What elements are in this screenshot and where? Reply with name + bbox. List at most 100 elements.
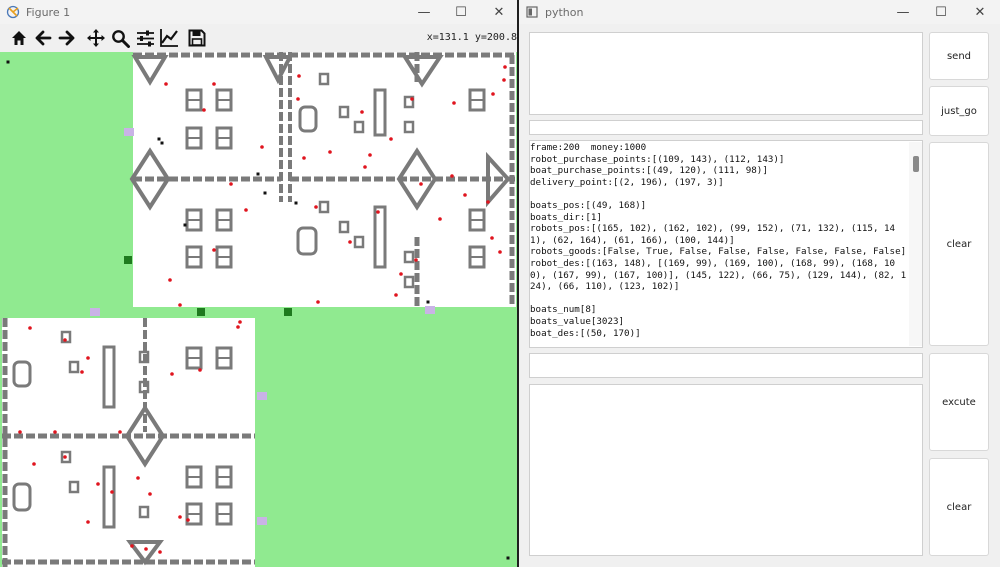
robot-marker (183, 223, 187, 227)
goods-marker (158, 550, 162, 554)
goods-marker (96, 482, 100, 486)
log-line: robot_des:[(163, 148), [(169, 99), (169,… (530, 257, 907, 293)
goods-marker (452, 101, 456, 105)
goods-marker (399, 272, 403, 276)
secondary-input[interactable] (529, 353, 923, 378)
goods-marker (348, 240, 352, 244)
just-go-button[interactable]: just_go (929, 86, 989, 136)
home-icon[interactable] (8, 27, 30, 49)
back-icon[interactable] (32, 27, 54, 49)
goods-marker (302, 156, 306, 160)
goods-marker (463, 193, 467, 197)
robot-marker (160, 141, 164, 145)
close-button[interactable]: ✕ (480, 0, 517, 24)
purchase-point-marker (124, 256, 132, 264)
cursor-coordinates: x=131.1 y=200.8 (426, 32, 517, 43)
goods-marker (212, 248, 216, 252)
goods-marker (144, 547, 148, 551)
goods-marker (170, 372, 174, 376)
goods-marker (198, 368, 202, 372)
log-line: robot_purchase_points:[(109, 143), (112,… (530, 153, 785, 165)
goods-marker (419, 182, 423, 186)
python-title: python (545, 5, 584, 19)
maximize-button[interactable]: ☐ (442, 0, 480, 24)
goods-marker (438, 217, 442, 221)
command-input-area[interactable] (529, 32, 923, 115)
log-line: boat_purchase_points:[(49, 120), (111, 9… (530, 165, 768, 177)
robot-marker (157, 137, 161, 141)
log-line: robots_pos:[(165, 102), (162, 102), (99,… (530, 223, 896, 246)
delivery-point-marker (257, 392, 267, 400)
goods-marker (186, 518, 190, 522)
goods-marker (164, 82, 168, 86)
goods-marker (118, 430, 122, 434)
excute-button[interactable]: excute (929, 353, 989, 451)
maximize-button[interactable]: ☐ (922, 0, 960, 24)
configure-subplots-icon[interactable] (134, 27, 156, 49)
robot-marker (263, 191, 267, 195)
goods-marker (363, 165, 367, 169)
minimize-button[interactable]: — (405, 0, 443, 24)
purchase-point-marker (284, 308, 292, 316)
goods-marker (86, 356, 90, 360)
goods-marker (394, 293, 398, 297)
script-editor-area[interactable] (529, 384, 923, 556)
robot-marker (256, 172, 260, 176)
goods-marker (229, 182, 233, 186)
figure-title: Figure 1 (26, 5, 71, 19)
goods-marker (178, 303, 182, 307)
clear-log-button[interactable]: clear (929, 142, 989, 346)
forward-icon[interactable] (56, 27, 78, 49)
edit-axis-icon[interactable] (158, 27, 180, 49)
delivery-point-marker (425, 306, 435, 314)
goods-marker (63, 455, 67, 459)
goods-marker (178, 515, 182, 519)
delivery-point-marker (124, 128, 134, 136)
delivery-point-marker (257, 517, 267, 525)
minimize-button[interactable]: — (884, 0, 922, 24)
goods-marker (168, 278, 172, 282)
robot-marker (506, 556, 510, 560)
goods-marker (503, 65, 507, 69)
delivery-point-marker (90, 308, 100, 316)
goods-marker (32, 462, 36, 466)
save-icon[interactable] (186, 27, 208, 49)
close-button[interactable]: ✕ (961, 0, 999, 24)
goods-marker (212, 82, 216, 86)
goods-marker (490, 236, 494, 240)
pan-icon[interactable] (85, 27, 107, 49)
scrollbar-thumb[interactable] (913, 156, 919, 172)
figure-window: Figure 1 — ☐ ✕ x=131.1 y=200.8 (0, 0, 517, 567)
robot-marker (6, 60, 10, 64)
zoom-icon[interactable] (109, 27, 131, 49)
figure-toolbar: x=131.1 y=200.8 (0, 24, 517, 52)
goods-marker (238, 320, 242, 324)
goods-marker (80, 370, 84, 374)
window-app-icon (526, 6, 538, 18)
map-plot-area[interactable] (0, 52, 517, 567)
goods-marker (491, 92, 495, 96)
log-line: boats_num[8] (530, 304, 597, 316)
log-scrollbar[interactable] (909, 142, 922, 346)
clear-editor-button[interactable]: clear (929, 458, 989, 556)
log-line: frame:200 money:1000 (530, 142, 647, 153)
log-line: delivery_point:[(2, 196), (197, 3)] (530, 176, 724, 188)
python-title-bar: python — ☐ ✕ (519, 0, 1000, 24)
goods-marker (28, 326, 32, 330)
goods-marker (410, 97, 414, 101)
goods-marker (486, 200, 490, 204)
goods-marker (297, 74, 301, 78)
log-text: frame:200 money:1000 robot_purchase_point… (530, 142, 908, 346)
matplotlib-logo-icon (6, 5, 20, 19)
python-window: python — ☐ ✕ frame:200 money:1000 robot_p… (519, 0, 1000, 567)
send-button[interactable]: send (929, 32, 989, 80)
figure-title-bar: Figure 1 — ☐ ✕ (0, 0, 517, 24)
goods-marker (368, 153, 372, 157)
goods-marker (53, 430, 57, 434)
goods-marker (63, 338, 67, 342)
goods-marker (414, 258, 418, 262)
single-line-input[interactable] (529, 120, 923, 135)
goods-marker (86, 520, 90, 524)
goods-marker (296, 97, 300, 101)
robot-marker (426, 300, 430, 304)
